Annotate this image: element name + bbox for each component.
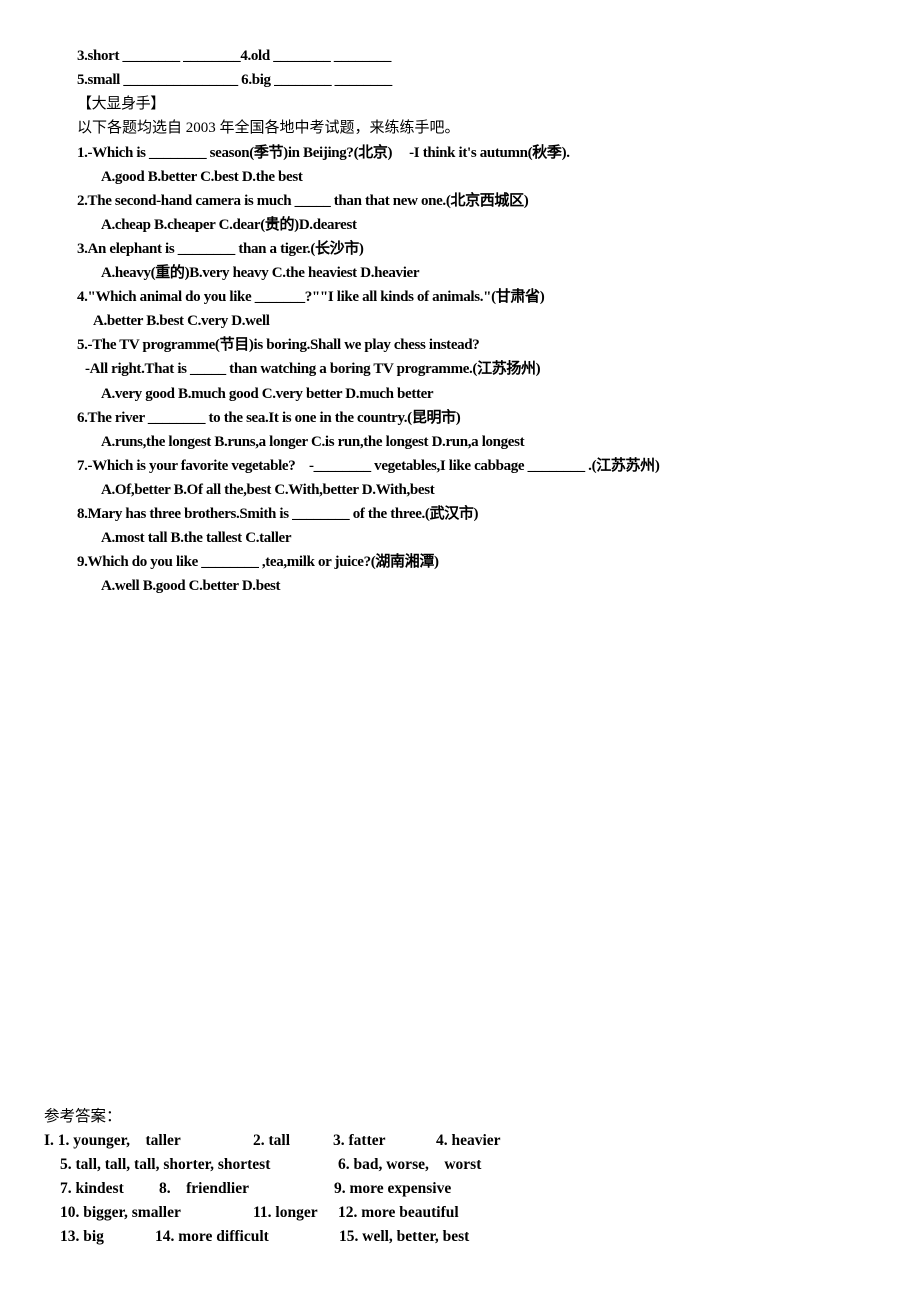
question-3: 3.An elephant is ________ than a tiger.(… xyxy=(77,241,364,257)
question-4-options: A.better B.best C.very D.well xyxy=(93,313,270,329)
question-9-options: A.well B.good C.better D.best xyxy=(101,578,281,594)
question-5-reply: -All right.That is _____ than watching a… xyxy=(85,361,541,377)
question-1-options: A.good B.better C.best D.the best xyxy=(101,169,303,185)
answer: 10. bigger, smaller xyxy=(60,1204,181,1221)
question-2-options: A.cheap B.cheaper C.dear(贵的)D.dearest xyxy=(101,217,357,233)
question-1: 1.-Which is ________ season(季节)in Beijin… xyxy=(77,145,570,161)
answer: 15. well, better, best xyxy=(339,1228,470,1245)
answer: 4. heavier xyxy=(436,1132,501,1149)
answer: 2. tall xyxy=(253,1132,291,1149)
question-7: 7.-Which is your favorite vegetable? -__… xyxy=(77,458,660,474)
answer: 7. kindest xyxy=(60,1180,124,1197)
exercise-line: 5.small ________________ 6.big ________ … xyxy=(77,72,392,88)
question-5-options: A.very good B.much good C.very better D.… xyxy=(101,386,434,402)
answer: 14. more difficult xyxy=(155,1228,269,1245)
question-3-options: A.heavy(重的)B.very heavy C.the heaviest D… xyxy=(101,265,420,281)
question-8: 8.Mary has three brothers.Smith is _____… xyxy=(77,506,479,522)
answer: 3. fatter xyxy=(333,1132,386,1149)
answer: 6. bad, worse, worst xyxy=(338,1156,482,1173)
question-6: 6.The river ________ to the sea.It is on… xyxy=(77,410,461,426)
question-7-options: A.Of,better B.Of all the,best C.With,bet… xyxy=(101,482,435,498)
question-8-options: A.most tall B.the tallest C.taller xyxy=(101,530,292,546)
question-9: 9.Which do you like ________ ,tea,milk o… xyxy=(77,554,439,570)
question-5: 5.-The TV programme(节目)is boring.Shall w… xyxy=(77,337,480,353)
question-6-options: A.runs,the longest B.runs,a longer C.is … xyxy=(101,434,525,450)
question-2: 2.The second-hand camera is much _____ t… xyxy=(77,193,529,209)
question-4: 4."Which animal do you like _______?""I … xyxy=(77,289,545,305)
answer: 9. more expensive xyxy=(334,1180,452,1197)
answer: 11. longer xyxy=(253,1204,318,1221)
answer: 12. more beautiful xyxy=(338,1204,459,1221)
section-intro: 以下各题均选自 2003 年全国各地中考试题，来练练手吧。 xyxy=(77,120,460,136)
section-title: 【大显身手】 xyxy=(77,96,165,112)
answer: 8. friendlier xyxy=(159,1180,249,1197)
exercise-line: 3.short ________ ________4.old ________ … xyxy=(77,48,392,64)
answer: I. 1. younger, taller xyxy=(44,1132,181,1149)
answer: 13. big xyxy=(60,1228,104,1245)
answer: 5. tall, tall, tall, shorter, shortest xyxy=(60,1156,271,1173)
answers-title: 参考答案： xyxy=(44,1108,122,1125)
